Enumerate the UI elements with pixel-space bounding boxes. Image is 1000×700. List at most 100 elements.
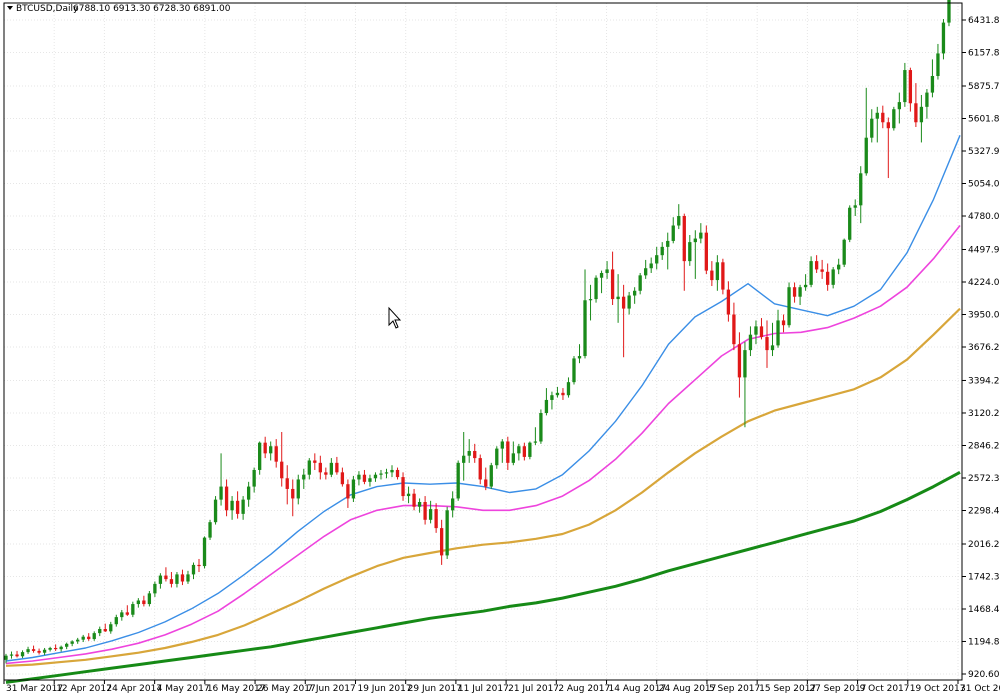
candle-body (9, 654, 14, 656)
candle-body (621, 296, 626, 309)
candle-body (142, 600, 146, 605)
candle-body (864, 137, 868, 174)
candle-body (892, 109, 896, 129)
candle-body (583, 300, 587, 357)
ohlc-readout: 6788.10 6913.30 6728.30 6891.00 (73, 4, 231, 14)
candle-body (616, 296, 620, 300)
x-tick-label: 29 Jun 2017 (408, 684, 462, 694)
y-tick-label: 5327.90 (968, 147, 1000, 157)
candle-body (544, 399, 549, 414)
candle-body (853, 205, 857, 208)
y-tick-label: 5054.00 (968, 180, 1000, 190)
candle-body (235, 500, 240, 514)
candle-body (495, 448, 499, 466)
candle-body (15, 654, 19, 657)
candle-body (792, 287, 797, 297)
x-tick-label: 7 Jun 2017 (307, 684, 355, 694)
candle-body (908, 70, 913, 104)
candle-body (362, 474, 367, 482)
candle-body (180, 574, 185, 582)
x-tick-label: 24 Apr 2017 (106, 684, 162, 694)
candle-body (252, 469, 256, 487)
candle-body (632, 290, 637, 296)
candle-body (914, 103, 918, 123)
candle-body (859, 173, 863, 206)
x-tick-label: 27 Sep 2017 (809, 684, 866, 694)
candle-body (627, 295, 631, 309)
candle-body (20, 652, 25, 657)
candle-body (941, 22, 946, 54)
candle (213, 496, 218, 525)
candle-body (423, 502, 427, 520)
candle (258, 441, 262, 475)
candle-body (798, 287, 802, 297)
candle-body (147, 593, 152, 605)
candle-body (153, 583, 157, 594)
candle-body (660, 246, 664, 256)
candle-body (175, 574, 179, 584)
x-tick-label: 12 Apr 2017 (56, 684, 112, 694)
candle-body (517, 446, 521, 454)
candle-body (759, 326, 764, 338)
candle-body (776, 320, 780, 346)
candle-body (842, 239, 846, 265)
candle-body (98, 628, 102, 634)
candle-body (577, 356, 582, 359)
candle-body (765, 337, 769, 351)
candle-body (31, 649, 36, 651)
candle-body (489, 465, 493, 487)
x-tick-label: 14 Aug 2017 (609, 684, 667, 694)
candle-body (803, 284, 808, 288)
y-tick-label: 4224.00 (968, 278, 1000, 288)
candle (528, 441, 532, 460)
candle-body (710, 270, 714, 281)
candle-body (506, 441, 510, 463)
y-tick-label: 920.60 (968, 670, 1000, 680)
candle-body (897, 102, 901, 110)
candle-body (125, 612, 129, 615)
candle-body (484, 479, 488, 487)
candle-body (219, 486, 223, 500)
candle-body (522, 446, 527, 457)
candle-body (302, 474, 306, 480)
candle (572, 356, 576, 385)
candle-body (81, 636, 85, 640)
candle-body (533, 441, 538, 443)
candle-body (688, 242, 692, 262)
candle-body (451, 498, 455, 511)
candle-body (346, 484, 350, 499)
y-tick-label: 3676.20 (968, 343, 1000, 353)
candle-body (241, 499, 245, 514)
candle-body (478, 458, 482, 480)
candle-body (748, 334, 753, 351)
candle-body (881, 112, 885, 123)
candle-body (555, 392, 560, 396)
candle-body (434, 509, 438, 529)
price-chart[interactable]: 920.60 1194.80 1468.40 1742.30 2016.20 2298.4… (0, 0, 1000, 700)
candle-body (324, 472, 328, 475)
candle-body (285, 478, 289, 489)
candle-body (224, 486, 229, 511)
candle-body (335, 462, 339, 473)
x-tick-label: 21 Jul 2017 (508, 684, 559, 694)
candle-body (379, 473, 383, 475)
candle-body (566, 382, 571, 396)
candle-body (53, 647, 58, 650)
candle-body (732, 314, 736, 345)
candle-body (594, 277, 598, 300)
candle (594, 275, 598, 303)
candle-body (511, 453, 515, 463)
price-axis[interactable]: 920.60 1194.80 1468.40 1742.30 2016.20 2298.4… (962, 16, 1000, 680)
candle (445, 506, 449, 559)
candle-body (318, 462, 322, 473)
candle-body (456, 462, 460, 499)
candle-body (814, 261, 819, 270)
candle-body (373, 474, 378, 479)
candle (456, 460, 460, 501)
candle-body (280, 461, 284, 479)
candle-body (109, 624, 113, 632)
y-tick-label: 2016.20 (968, 540, 1000, 550)
x-tick-label: 24 Aug 2017 (659, 684, 717, 694)
candle-body (164, 575, 168, 580)
candle-body (671, 225, 675, 241)
